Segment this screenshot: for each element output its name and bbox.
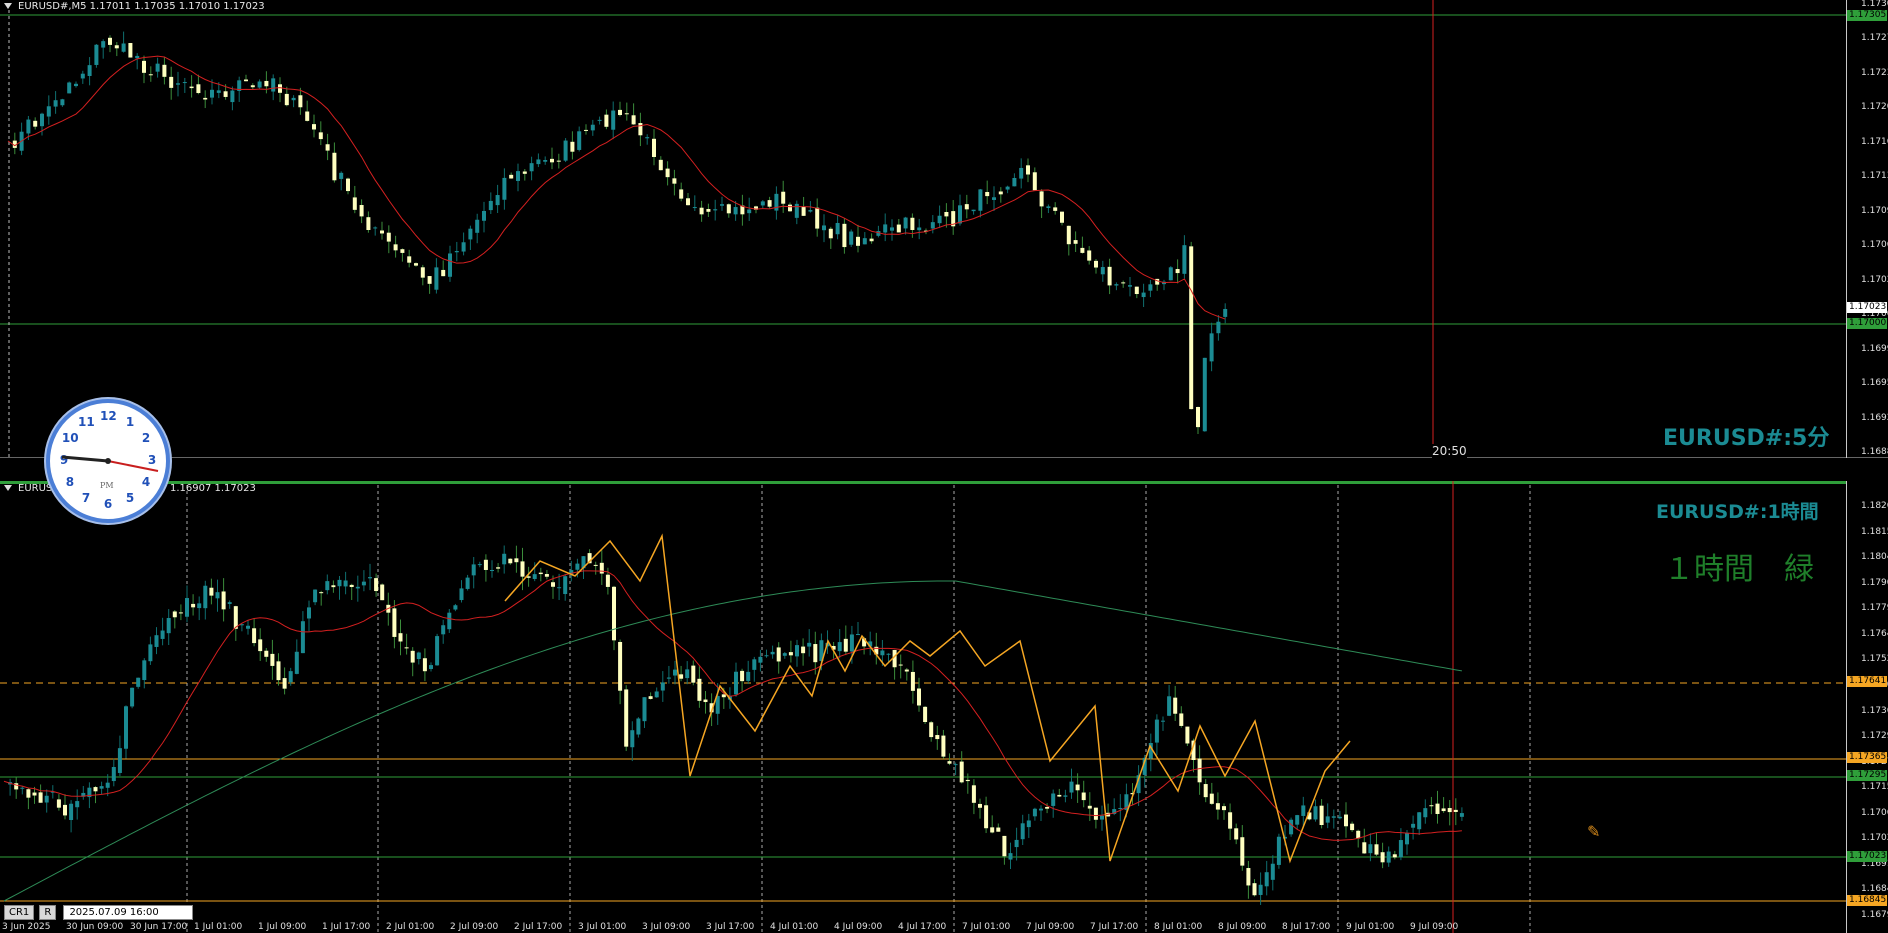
price-label: 1.16885 <box>1861 447 1888 457</box>
time-label: 4 Jul 01:00 <box>770 922 819 932</box>
price-tag: 1.17641 <box>1847 676 1887 687</box>
time-label: 9 Jul 09:00 <box>1410 922 1459 932</box>
price-label: 1.18040 <box>1861 552 1888 563</box>
h1-chart-canvas[interactable] <box>0 481 1888 933</box>
price-tag: 1.17365 <box>1847 752 1887 763</box>
price-label: 1.17365 <box>1861 705 1888 716</box>
clock-hands-icon <box>61 455 159 472</box>
datetime-field[interactable]: 2025.07.09 16:00 <box>63 905 194 920</box>
price-label: 1.17023 <box>1861 274 1888 285</box>
chart-pane-h1[interactable]: EURUSD1.16907 1.17023 1.182651.181501.18… <box>0 481 1888 933</box>
price-label: 1.17295 <box>1861 731 1888 742</box>
time-label: 8 Jul 17:00 <box>1282 922 1331 932</box>
triangle-down-icon[interactable] <box>4 485 12 491</box>
time-label: 7 Jul 17:00 <box>1090 922 1139 932</box>
time-label: 3 Jul 17:00 <box>706 922 755 932</box>
m5-chart-canvas[interactable] <box>0 0 1888 458</box>
price-label: 1.16920 <box>1861 412 1888 423</box>
time-label: 2 Jul 09:00 <box>450 922 499 932</box>
price-label: 1.16990 <box>1861 343 1888 354</box>
price-tag: 1.17000 <box>1847 318 1887 329</box>
price-label: 1.17200 <box>1861 102 1888 113</box>
price-label: 1.17641 <box>1861 628 1888 639</box>
time-label: 2 Jul 17:00 <box>514 922 563 932</box>
cr-button[interactable]: CR1 <box>4 905 35 920</box>
price-label: 1.17095 <box>1861 205 1888 216</box>
time-label: 3 Jul 01:00 <box>578 922 627 932</box>
time-label: 1 Jul 01:00 <box>194 922 243 932</box>
r-button[interactable]: R <box>39 905 57 920</box>
time-label: 7 Jul 01:00 <box>962 922 1011 932</box>
datetime-bar[interactable]: CR1 R 2025.07.09 16:00 <box>4 905 194 920</box>
price-label: 1.18265 <box>1861 501 1888 511</box>
triangle-down-icon[interactable] <box>4 3 12 9</box>
price-label: 1.17305 <box>1861 0 1888 9</box>
price-label: 1.16790 <box>1861 910 1888 920</box>
h1-top-bar <box>0 481 1846 484</box>
price-label: 1.17790 <box>1861 603 1888 614</box>
price-label: 1.17060 <box>1861 240 1888 251</box>
time-label: 2 Jul 01:00 <box>386 922 435 932</box>
time-label: 3 Jul 09:00 <box>642 922 691 932</box>
price-label: 1.16955 <box>1861 378 1888 389</box>
h1-candles <box>8 545 1464 906</box>
price-label: 1.17155 <box>1861 782 1888 793</box>
price-label: 1.17165 <box>1861 136 1888 147</box>
time-label: 1 Jul 09:00 <box>258 922 307 932</box>
time-label: 9 Jul 01:00 <box>1346 922 1395 932</box>
price-label: 1.18150 <box>1861 526 1888 537</box>
price-label: 1.17235 <box>1861 67 1888 78</box>
price-label: 1.17270 <box>1861 33 1888 44</box>
time-label: 8 Jul 09:00 <box>1218 922 1267 932</box>
price-tag: 1.17023 <box>1847 302 1887 313</box>
analog-clock: 12 1 2 3 4 5 6 7 8 9 10 11 PM <box>46 399 170 523</box>
price-tag: 1.16845 <box>1847 895 1887 906</box>
price-tag: 1.17295 <box>1847 770 1887 781</box>
time-label: 7 Jul 09:00 <box>1026 922 1075 932</box>
h1-moving-average-fast <box>3 570 1462 841</box>
price-label: 1.17023 <box>1861 833 1888 844</box>
m5-moving-average <box>7 55 1226 320</box>
price-label: 1.16845 <box>1861 884 1888 895</box>
pencil-icon[interactable]: ✎ <box>1587 822 1600 841</box>
price-label: 1.17130 <box>1861 171 1888 182</box>
h1-header-values: 1.16907 1.17023 <box>169 483 256 494</box>
m5-watermark: EURUSD#:5分 <box>1663 426 1830 451</box>
time-label: 4 Jul 09:00 <box>834 922 883 932</box>
price-tag: 1.17305 <box>1847 10 1887 21</box>
cursor-time-label: 20:50 <box>1432 444 1467 458</box>
time-label: 4 Jul 17:00 <box>898 922 947 932</box>
h1-note-label: １時間 緑 <box>1664 552 1814 587</box>
pane-separator[interactable] <box>0 458 1888 481</box>
price-tag: 1.17023 <box>1847 851 1887 862</box>
time-label: 3 Jun 2025 <box>2 922 51 932</box>
m5-header-text: EURUSD#,M5 1.17011 1.17035 1.17010 1.170… <box>18 1 265 12</box>
time-label: 8 Jul 01:00 <box>1154 922 1203 932</box>
m5-candles <box>12 31 1228 435</box>
time-label: 1 Jul 17:00 <box>322 922 371 932</box>
h1-watermark: EURUSD#:1時間 <box>1656 501 1819 523</box>
zigzag-line <box>504 533 1351 864</box>
price-label: 1.17905 <box>1861 577 1888 588</box>
time-label: 30 Jun 17:00 <box>130 922 188 932</box>
price-label: 1.17060 <box>1861 807 1888 818</box>
chart-pane-m5[interactable]: EURUSD#,M5 1.17011 1.17035 1.17010 1.170… <box>0 0 1888 473</box>
price-label: 1.17525 <box>1861 654 1888 665</box>
m5-header: EURUSD#,M5 1.17011 1.17035 1.17010 1.170… <box>4 1 265 12</box>
time-label: 30 Jun 09:00 <box>66 922 124 932</box>
